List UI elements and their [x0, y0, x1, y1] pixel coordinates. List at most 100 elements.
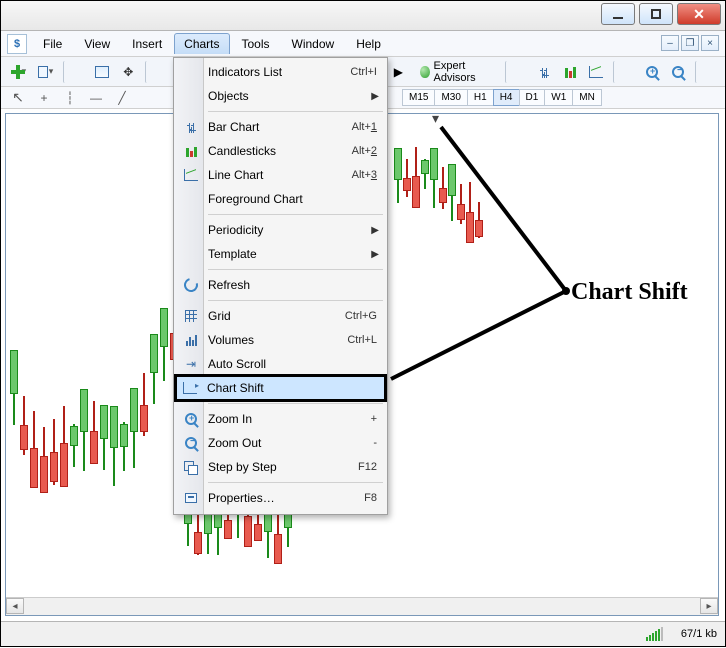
- menu-indicators-list[interactable]: Ctrl+I Indicators List: [176, 60, 385, 84]
- candle-chart-icon: [182, 142, 200, 160]
- menu-separator: [208, 300, 383, 301]
- cursor-tool[interactable]: ↖: [7, 89, 29, 107]
- menu-view[interactable]: View: [74, 33, 120, 55]
- market-watch-button[interactable]: [91, 61, 113, 83]
- navigator-button[interactable]: ✥: [117, 61, 139, 83]
- timeframe-d1[interactable]: D1: [519, 89, 546, 106]
- line-chart-icon: [182, 166, 200, 184]
- menu-foreground-chart[interactable]: Foreground Chart: [176, 187, 385, 211]
- window-maximize-button[interactable]: [639, 3, 673, 25]
- timeframe-m30[interactable]: M30: [434, 89, 467, 106]
- submenu-arrow-icon: ▶: [371, 91, 379, 102]
- toolbar-separator: [613, 61, 635, 83]
- app-window: ✕ $ File View Insert Charts Tools Window…: [0, 0, 726, 647]
- menu-tools[interactable]: Tools: [232, 33, 280, 55]
- menu-line-chart[interactable]: Line Chart Alt+3: [176, 163, 385, 187]
- grid-icon: [182, 307, 200, 325]
- app-icon: $: [7, 34, 27, 54]
- bar-chart-button[interactable]: [533, 61, 555, 83]
- menu-chart-shift[interactable]: Chart Shift: [174, 374, 387, 402]
- submenu-arrow-icon: ▶: [371, 249, 379, 260]
- zoom-out-icon: [182, 434, 200, 452]
- zoom-out-button[interactable]: [667, 61, 689, 83]
- chart-scrollbar[interactable]: ◂ ▸: [6, 597, 718, 615]
- expert-advisors-button[interactable]: Expert Advisors: [413, 61, 499, 83]
- new-chart-button[interactable]: ▾: [7, 61, 30, 83]
- mdi-close-button[interactable]: ×: [701, 35, 719, 51]
- volumes-icon: [182, 331, 200, 349]
- connection-indicator-icon: [646, 627, 663, 641]
- hline-tool[interactable]: —: [85, 89, 107, 107]
- auto-scroll-icon: ⇥: [182, 355, 200, 373]
- menu-separator: [208, 403, 383, 404]
- bar-chart-icon: [542, 66, 547, 78]
- bar-chart-icon: [182, 118, 200, 136]
- menu-grid[interactable]: Grid Ctrl+G: [176, 304, 385, 328]
- candle-chart-icon: [565, 66, 576, 78]
- charts-dropdown: Ctrl+I Indicators List Objects▶ Bar Char…: [173, 57, 388, 515]
- menu-objects[interactable]: Objects▶: [176, 84, 385, 108]
- timeframe-h4[interactable]: H4: [493, 89, 520, 106]
- menu-file[interactable]: File: [33, 33, 72, 55]
- expert-advisors-label: Expert Advisors: [434, 60, 493, 84]
- titlebar: ✕: [1, 1, 725, 31]
- line-chart-button[interactable]: [585, 61, 607, 83]
- menu-zoom-out[interactable]: Zoom Out -: [176, 431, 385, 455]
- menu-template[interactable]: Template▶: [176, 242, 385, 266]
- scroll-left-button[interactable]: ◂: [6, 598, 24, 614]
- mdi-minimize-button[interactable]: –: [661, 35, 679, 51]
- cursor-icon: ↖: [12, 89, 24, 106]
- menu-periodicity[interactable]: Periodicity▶: [176, 218, 385, 242]
- menu-refresh[interactable]: Refresh: [176, 273, 385, 297]
- zoom-in-icon: [182, 410, 200, 428]
- crosshair-tool[interactable]: +: [33, 89, 55, 107]
- trendline-icon: ╱: [118, 91, 125, 105]
- chart-shift-icon: [181, 379, 199, 397]
- menu-auto-scroll[interactable]: ⇥ Auto Scroll: [176, 352, 385, 376]
- menu-insert[interactable]: Insert: [122, 33, 172, 55]
- menu-separator: [208, 482, 383, 483]
- zoom-out-icon: [672, 66, 684, 78]
- vline-tool[interactable]: ┆: [59, 89, 81, 107]
- trendline-tool[interactable]: ╱: [111, 89, 133, 107]
- menu-properties[interactable]: Properties… F8: [176, 486, 385, 510]
- mdi-controls: – ❐ ×: [661, 35, 719, 51]
- candle-chart-button[interactable]: [559, 61, 581, 83]
- mdi-restore-button[interactable]: ❐: [681, 35, 699, 51]
- menu-zoom-in[interactable]: Zoom In +: [176, 407, 385, 431]
- properties-icon: [182, 489, 200, 507]
- line-chart-icon: [589, 66, 603, 78]
- timeframe-h1[interactable]: H1: [467, 89, 494, 106]
- play-button[interactable]: ▶: [387, 61, 409, 83]
- vline-icon: ┆: [66, 91, 73, 105]
- timeframe-w1[interactable]: W1: [544, 89, 573, 106]
- menu-volumes[interactable]: Volumes Ctrl+L: [176, 328, 385, 352]
- menu-candlesticks[interactable]: Candlesticks Alt+2: [176, 139, 385, 163]
- menu-help[interactable]: Help: [346, 33, 391, 55]
- crosshair-icon: +: [40, 91, 47, 105]
- menu-step-by-step[interactable]: Step by Step F12: [176, 455, 385, 479]
- step-icon: [182, 458, 200, 476]
- menu-separator: [208, 111, 383, 112]
- windows-icon: [38, 66, 48, 78]
- menu-window[interactable]: Window: [282, 33, 345, 55]
- timeframe-m15[interactable]: M15: [402, 89, 435, 106]
- menu-charts[interactable]: Charts: [174, 33, 229, 54]
- window-close-button[interactable]: ✕: [677, 3, 721, 25]
- refresh-icon: [182, 276, 200, 294]
- zoom-in-icon: [646, 66, 658, 78]
- toolbar-separator: [505, 61, 527, 83]
- hline-icon: —: [90, 91, 102, 105]
- toolbar-separator: [63, 61, 85, 83]
- profiles-button[interactable]: ▾: [34, 61, 57, 83]
- toolbar-separator: [695, 61, 717, 83]
- statusbar: 67/1 kb: [1, 621, 725, 646]
- crosshair-icon: ✥: [123, 65, 133, 79]
- menu-separator: [208, 214, 383, 215]
- timeframe-mn[interactable]: MN: [572, 89, 602, 106]
- window-minimize-button[interactable]: [601, 3, 635, 25]
- zoom-in-button[interactable]: [641, 61, 663, 83]
- menu-bar-chart[interactable]: Bar Chart Alt+1: [176, 115, 385, 139]
- scroll-right-button[interactable]: ▸: [700, 598, 718, 614]
- play-icon: ▶: [394, 65, 403, 79]
